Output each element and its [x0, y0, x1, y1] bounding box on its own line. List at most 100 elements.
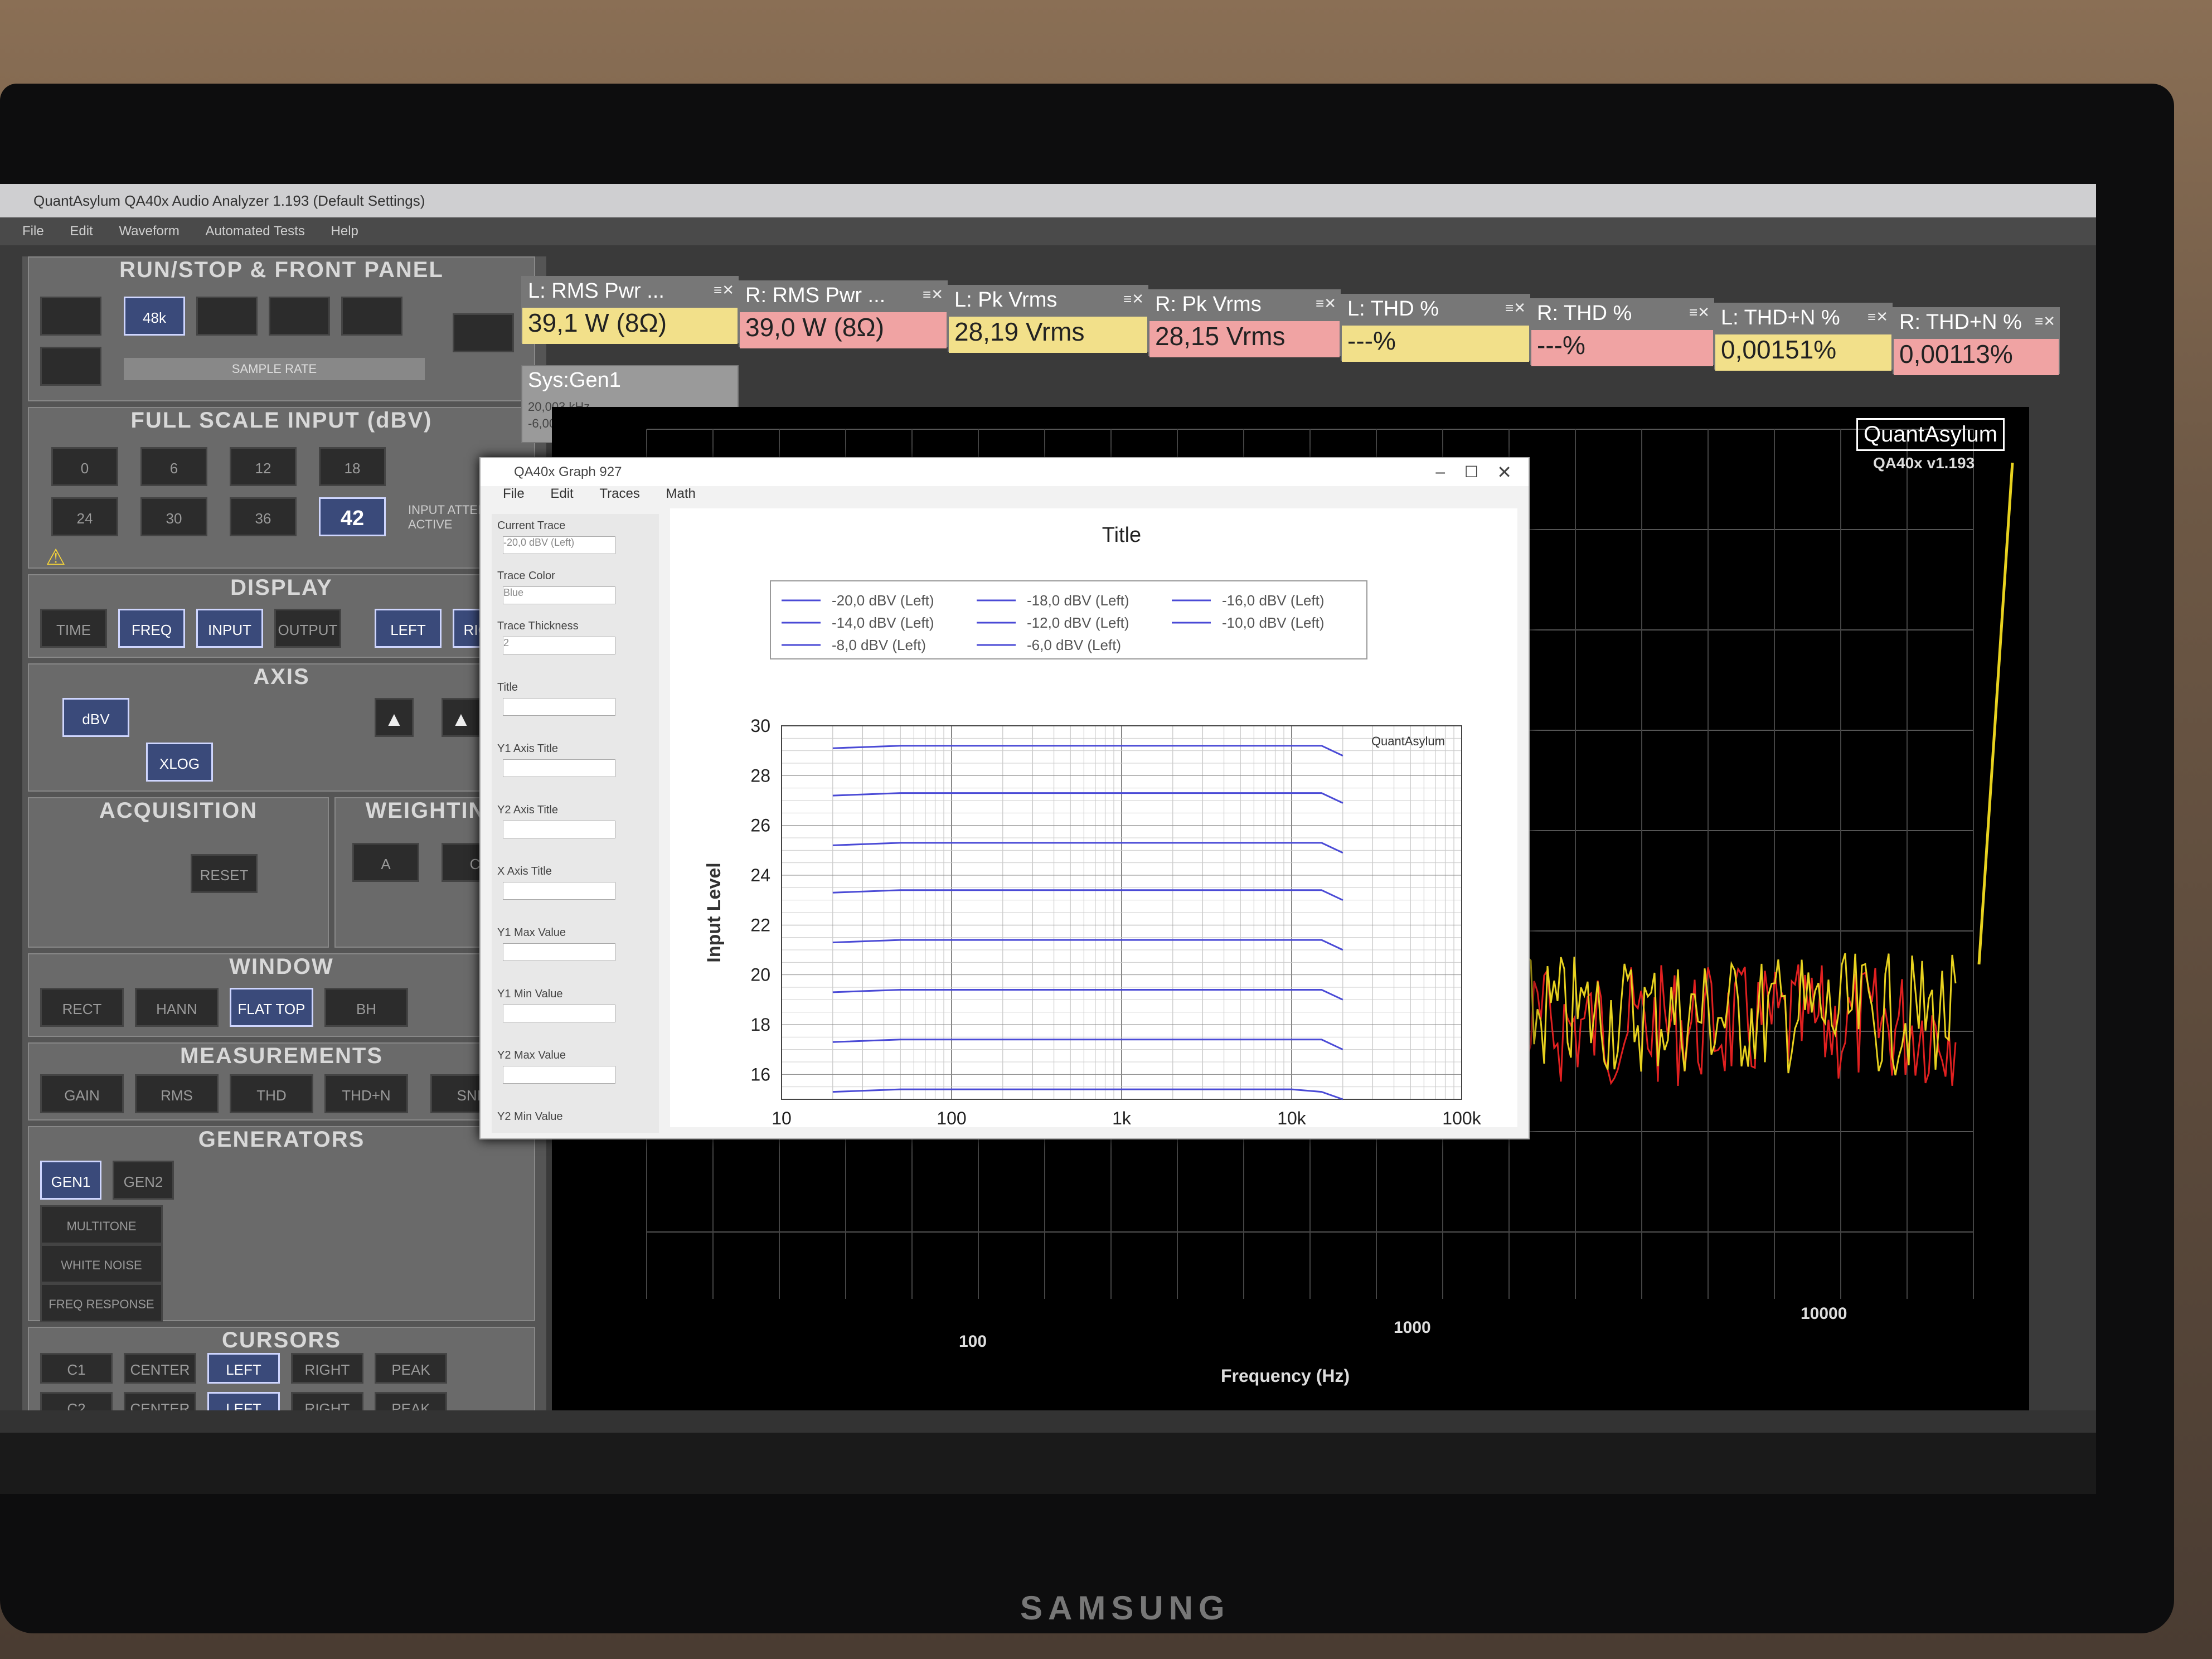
measurements-title: MEASUREMENTS — [180, 1044, 384, 1068]
multitone-button[interactable]: MULTITONE — [40, 1205, 163, 1244]
menu-file[interactable]: File — [22, 224, 44, 239]
full-scale-title: FULL SCALE INPUT (dBV) — [130, 408, 433, 433]
x-axis-title-input[interactable] — [503, 882, 615, 900]
maximize-icon[interactable]: ☐ — [1464, 458, 1478, 486]
sample-rate-192k[interactable] — [269, 297, 330, 336]
measurement-menu-icon[interactable]: ≡✕ — [1505, 299, 1526, 317]
fs-42[interactable]: 42 — [319, 497, 386, 536]
axis-dbv[interactable]: dBV — [62, 698, 129, 737]
fs-30[interactable]: 30 — [140, 497, 207, 536]
sample-rate-96k[interactable] — [196, 297, 258, 336]
legend-entry: -20,0 dBV (Left) — [832, 592, 934, 609]
monitor-brand: SAMSUNG — [1020, 1589, 1230, 1627]
cursor-c1-left[interactable]: LEFT — [207, 1353, 280, 1384]
y-tick-label: 20 — [750, 965, 770, 985]
axis-up-icon[interactable]: ▲ — [375, 698, 414, 737]
trace-thickness-select[interactable]: 2 — [503, 637, 615, 654]
meas-thd[interactable]: THD — [230, 1074, 313, 1113]
fs-36[interactable]: 36 — [230, 497, 297, 536]
title-input[interactable] — [503, 698, 615, 716]
cursor-c1[interactable]: C1 — [40, 1353, 113, 1384]
measurement-tile[interactable]: R: THD+N % ≡✕ 0,00113% — [1893, 307, 2060, 375]
measurement-menu-icon[interactable]: ≡✕ — [1123, 290, 1144, 308]
sample-rate-384k[interactable] — [341, 297, 402, 336]
gen1-button[interactable]: GEN1 — [40, 1161, 101, 1200]
rate-button[interactable] — [40, 347, 101, 386]
freq-response-button[interactable]: FREQ RESPONSE — [40, 1283, 163, 1322]
graph-window: QA40x Graph 927 – ☐ ✕ File Edit Traces M… — [479, 457, 1530, 1139]
trace-color-select[interactable]: Blue — [503, 586, 615, 604]
axis-xlog[interactable]: XLOG — [146, 743, 213, 782]
generators-title: GENERATORS — [198, 1127, 365, 1152]
ios-button[interactable] — [453, 313, 514, 352]
fs-0[interactable]: 0 — [51, 447, 118, 486]
menu-edit[interactable]: Edit — [70, 224, 93, 239]
measurement-menu-icon[interactable]: ≡✕ — [1689, 304, 1710, 321]
cursor-c1-right[interactable]: RIGHT — [291, 1353, 363, 1384]
minimize-icon[interactable]: – — [1435, 458, 1445, 486]
display-output[interactable]: OUTPUT — [274, 609, 341, 648]
y1-axis-title-input[interactable] — [503, 759, 615, 777]
display-freq[interactable]: FREQ — [118, 609, 185, 648]
close-icon[interactable]: ✕ — [1497, 458, 1512, 486]
measurement-menu-icon[interactable]: ≡✕ — [2035, 313, 2055, 330]
measurement-tile[interactable]: L: Pk Vrms ≡✕ 28,19 Vrms — [948, 285, 1148, 353]
meas-thd-n[interactable]: THD+N — [324, 1074, 408, 1113]
window-bh[interactable]: BH — [324, 988, 408, 1027]
menu-waveform[interactable]: Waveform — [119, 224, 179, 239]
gen2-button[interactable]: GEN2 — [113, 1161, 174, 1200]
measurement-menu-icon[interactable]: ≡✕ — [714, 282, 734, 299]
cursor-c1-peak[interactable]: PEAK — [375, 1353, 447, 1384]
measurement-menu-icon[interactable]: ≡✕ — [923, 286, 943, 303]
fs-18[interactable]: 18 — [319, 447, 386, 486]
cursor-c1-center[interactable]: CENTER — [124, 1353, 196, 1384]
frequency-response-chart[interactable]: Title101001k10k100k1618202224262830Frequ… — [670, 508, 1517, 1127]
window-hann[interactable]: HANN — [135, 988, 219, 1027]
meas-rms[interactable]: RMS — [135, 1074, 219, 1113]
measurements-section: MEASUREMENTS GAIN RMS THD THD+N SNR — [28, 1042, 535, 1120]
measurement-tile[interactable]: L: THD+N % ≡✕ 0,00151% — [1714, 303, 1893, 371]
display-time[interactable]: TIME — [40, 609, 107, 648]
measurement-menu-icon[interactable]: ≡✕ — [1316, 295, 1336, 312]
y1-max-input[interactable] — [503, 943, 615, 961]
field-x-axis-title: X Axis Title — [497, 865, 552, 877]
white-noise-button[interactable]: WHITE NOISE — [40, 1244, 163, 1283]
gw-menu-file[interactable]: File — [503, 486, 525, 501]
y-axis-label: Input Level — [704, 862, 725, 962]
window-rect[interactable]: RECT — [40, 988, 124, 1027]
run-stop-section: RUN/STOP & FRONT PANEL 48k SAMPLE RATE — [28, 256, 535, 401]
y1-min-input[interactable] — [503, 1005, 615, 1022]
sample-rate-48k[interactable]: 48k — [124, 297, 185, 336]
y2-max-input[interactable] — [503, 1066, 615, 1084]
fs-6[interactable]: 6 — [140, 447, 207, 486]
fs-24[interactable]: 24 — [51, 497, 118, 536]
gw-menu-traces[interactable]: Traces — [599, 486, 639, 501]
meas-gain[interactable]: GAIN — [40, 1074, 124, 1113]
measurement-tile[interactable]: R: Pk Vrms ≡✕ 28,15 Vrms — [1148, 289, 1341, 357]
measurement-value: 0,00151% — [1715, 334, 1891, 371]
fs-12[interactable]: 12 — [230, 447, 297, 486]
x-tick-label: 1k — [1112, 1108, 1132, 1127]
gw-menu-math[interactable]: Math — [666, 486, 696, 501]
measurement-tile[interactable]: R: RMS Pwr ... ≡✕ 39,0 W (8Ω) — [739, 280, 948, 348]
menu-help[interactable]: Help — [331, 224, 358, 239]
measurement-tile[interactable]: L: RMS Pwr ... ≡✕ 39,1 W (8Ω) — [521, 276, 739, 344]
measurement-tile[interactable]: R: THD % ≡✕ ---% — [1530, 298, 1714, 366]
display-left[interactable]: LEFT — [375, 609, 442, 648]
display-input[interactable]: INPUT — [196, 609, 263, 648]
menu-automated-tests[interactable]: Automated Tests — [206, 224, 305, 239]
y-tick-label: 28 — [750, 765, 770, 785]
axis-up-icon-2[interactable]: ▲ — [442, 698, 481, 737]
current-trace-select[interactable]: -20,0 dBV (Left) — [503, 536, 615, 554]
window-flat-top[interactable]: FLAT TOP — [230, 988, 313, 1027]
measurement-menu-icon[interactable]: ≡✕ — [1867, 308, 1888, 326]
axis-title: AXIS — [253, 664, 310, 689]
measurement-tile[interactable]: L: THD % ≡✕ ---% — [1341, 294, 1530, 362]
run-button[interactable] — [40, 297, 101, 336]
gw-menu-edit[interactable]: Edit — [550, 486, 573, 501]
sys-gen-label: Sys:Gen1 — [528, 368, 621, 392]
y2-axis-title-input[interactable] — [503, 821, 615, 838]
weighting-a[interactable]: A — [352, 843, 419, 882]
acq-reset[interactable]: RESET — [191, 854, 258, 893]
warning-icon: ⚠ — [46, 545, 66, 570]
